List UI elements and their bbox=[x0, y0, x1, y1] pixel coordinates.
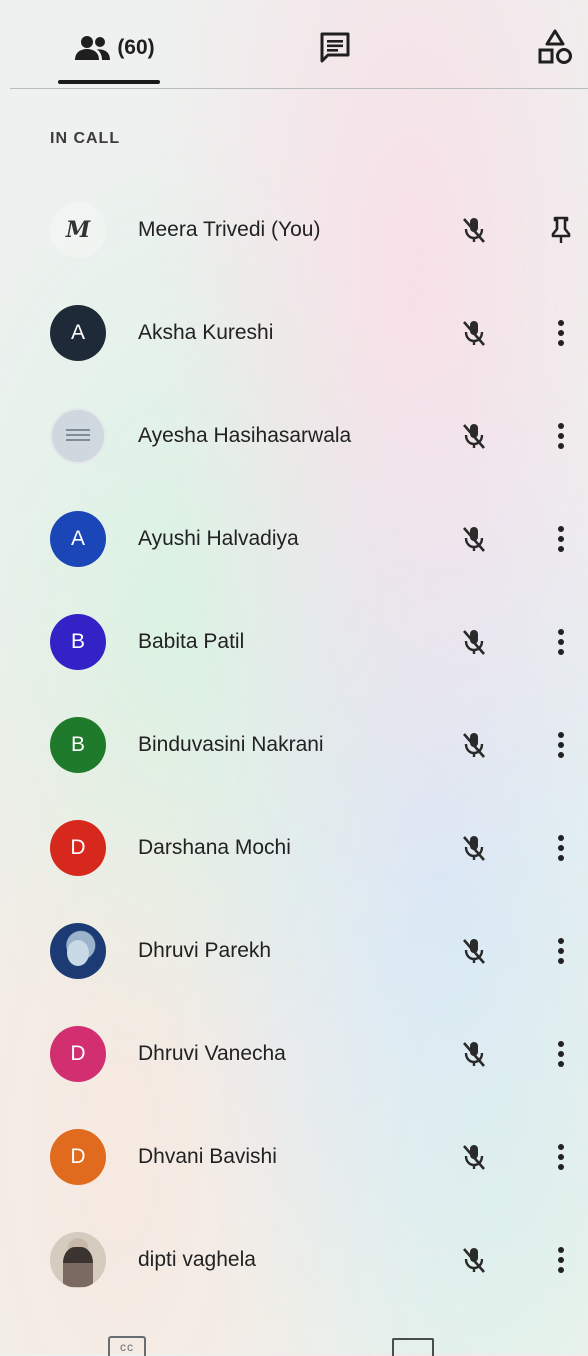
participant-row[interactable]: Dhruvi Parekh bbox=[10, 899, 588, 1002]
more-vert-icon bbox=[558, 628, 564, 655]
participant-name: Dhruvi Parekh bbox=[138, 938, 272, 962]
mic-off-icon bbox=[463, 320, 485, 346]
participant-row[interactable]: D Dhvani Bavishi bbox=[10, 1105, 588, 1208]
captions-button[interactable]: cc bbox=[108, 1336, 146, 1356]
more-vert-icon bbox=[558, 1040, 564, 1067]
avatar: B bbox=[50, 613, 106, 670]
mic-off-icon bbox=[463, 629, 485, 655]
more-options-button[interactable] bbox=[546, 416, 576, 456]
participant-name: Dhruvi Vanecha bbox=[138, 1041, 286, 1065]
more-options-button[interactable] bbox=[546, 313, 576, 353]
tab-activities[interactable] bbox=[522, 8, 588, 88]
participants-panel: (60) IN CALL M Meera Trivedi (You) A Aksha … bbox=[10, 8, 588, 1356]
avatar: D bbox=[50, 819, 106, 876]
active-tab-indicator bbox=[58, 80, 160, 84]
more-vert-icon bbox=[558, 937, 564, 964]
mic-off-icon bbox=[463, 526, 485, 552]
participant-row[interactable]: A Aksha Kureshi bbox=[10, 281, 588, 384]
more-options-button[interactable] bbox=[546, 1240, 576, 1280]
participant-row[interactable]: A Ayushi Halvadiya bbox=[10, 487, 588, 590]
avatar: M bbox=[50, 201, 106, 258]
participant-list: M Meera Trivedi (You) A Aksha Kureshi Ayesha… bbox=[10, 178, 588, 1311]
present-button[interactable] bbox=[392, 1338, 434, 1356]
participant-name: Ayushi Halvadiya bbox=[138, 526, 299, 550]
participant-row[interactable]: D Dhruvi Vanecha bbox=[10, 1002, 588, 1105]
more-vert-icon bbox=[558, 422, 564, 449]
avatar: D bbox=[50, 1025, 106, 1082]
chat-icon bbox=[320, 32, 350, 63]
mute-status-button[interactable] bbox=[459, 421, 489, 451]
mute-status-button[interactable] bbox=[459, 1142, 489, 1172]
more-vert-icon bbox=[558, 525, 564, 552]
more-options-button[interactable] bbox=[546, 828, 576, 868]
participant-row[interactable]: D Darshana Mochi bbox=[10, 796, 588, 899]
section-heading-in-call: IN CALL bbox=[50, 130, 121, 147]
mute-status-button[interactable] bbox=[459, 1039, 489, 1069]
mic-off-icon bbox=[463, 835, 485, 861]
mic-off-icon bbox=[463, 938, 485, 964]
participant-name: Meera Trivedi (You) bbox=[138, 217, 321, 241]
more-vert-icon bbox=[558, 834, 564, 861]
more-options-button[interactable] bbox=[546, 931, 576, 971]
avatar bbox=[50, 922, 106, 979]
mic-off-icon bbox=[463, 1247, 485, 1273]
mic-off-icon bbox=[463, 217, 485, 243]
avatar: A bbox=[50, 510, 106, 567]
more-vert-icon bbox=[558, 1246, 564, 1273]
participant-name: Ayesha Hasihasarwala bbox=[138, 423, 352, 447]
more-options-button[interactable] bbox=[546, 1034, 576, 1074]
mute-status-button[interactable] bbox=[459, 730, 489, 760]
mute-status-button[interactable] bbox=[459, 215, 489, 245]
mute-status-button[interactable] bbox=[459, 627, 489, 657]
participant-name: Dhvani Bavishi bbox=[138, 1144, 277, 1168]
more-options-button[interactable] bbox=[546, 725, 576, 765]
pin-icon bbox=[551, 216, 571, 243]
participant-name: Aksha Kureshi bbox=[138, 320, 274, 344]
participant-name: Binduvasini Nakrani bbox=[138, 732, 324, 756]
avatar bbox=[50, 1231, 106, 1288]
more-vert-icon bbox=[558, 1143, 564, 1170]
participant-name: Darshana Mochi bbox=[138, 835, 291, 859]
tab-bar: (60) bbox=[10, 8, 588, 89]
tab-chat[interactable] bbox=[300, 8, 370, 88]
participant-row[interactable]: dipti vaghela bbox=[10, 1208, 588, 1311]
pin-button[interactable] bbox=[546, 210, 576, 250]
mute-status-button[interactable] bbox=[459, 318, 489, 348]
participant-row[interactable]: B Babita Patil bbox=[10, 590, 588, 693]
mic-off-icon bbox=[463, 732, 485, 758]
activities-icon bbox=[538, 29, 572, 64]
mute-status-button[interactable] bbox=[459, 524, 489, 554]
mute-status-button[interactable] bbox=[459, 833, 489, 863]
mic-off-icon bbox=[463, 1041, 485, 1067]
mic-off-icon bbox=[463, 423, 485, 449]
avatar bbox=[50, 407, 106, 464]
tab-people[interactable]: (60) bbox=[50, 8, 180, 88]
participant-count: (60) bbox=[117, 36, 155, 59]
people-icon bbox=[75, 36, 111, 60]
participant-row[interactable]: Ayesha Hasihasarwala bbox=[10, 384, 588, 487]
participant-row[interactable]: M Meera Trivedi (You) bbox=[10, 178, 588, 281]
avatar: A bbox=[50, 304, 106, 361]
participant-name: dipti vaghela bbox=[138, 1247, 256, 1271]
participant-row[interactable]: B Binduvasini Nakrani bbox=[10, 693, 588, 796]
participant-name: Babita Patil bbox=[138, 629, 245, 653]
more-options-button[interactable] bbox=[546, 1137, 576, 1177]
more-options-button[interactable] bbox=[546, 622, 576, 662]
more-vert-icon bbox=[558, 319, 564, 346]
mic-off-icon bbox=[463, 1144, 485, 1170]
mute-status-button[interactable] bbox=[459, 1245, 489, 1275]
mute-status-button[interactable] bbox=[459, 936, 489, 966]
avatar: D bbox=[50, 1128, 106, 1185]
bottom-bar: cc bbox=[10, 1330, 588, 1356]
avatar: B bbox=[50, 716, 106, 773]
more-vert-icon bbox=[558, 731, 564, 758]
more-options-button[interactable] bbox=[546, 519, 576, 559]
